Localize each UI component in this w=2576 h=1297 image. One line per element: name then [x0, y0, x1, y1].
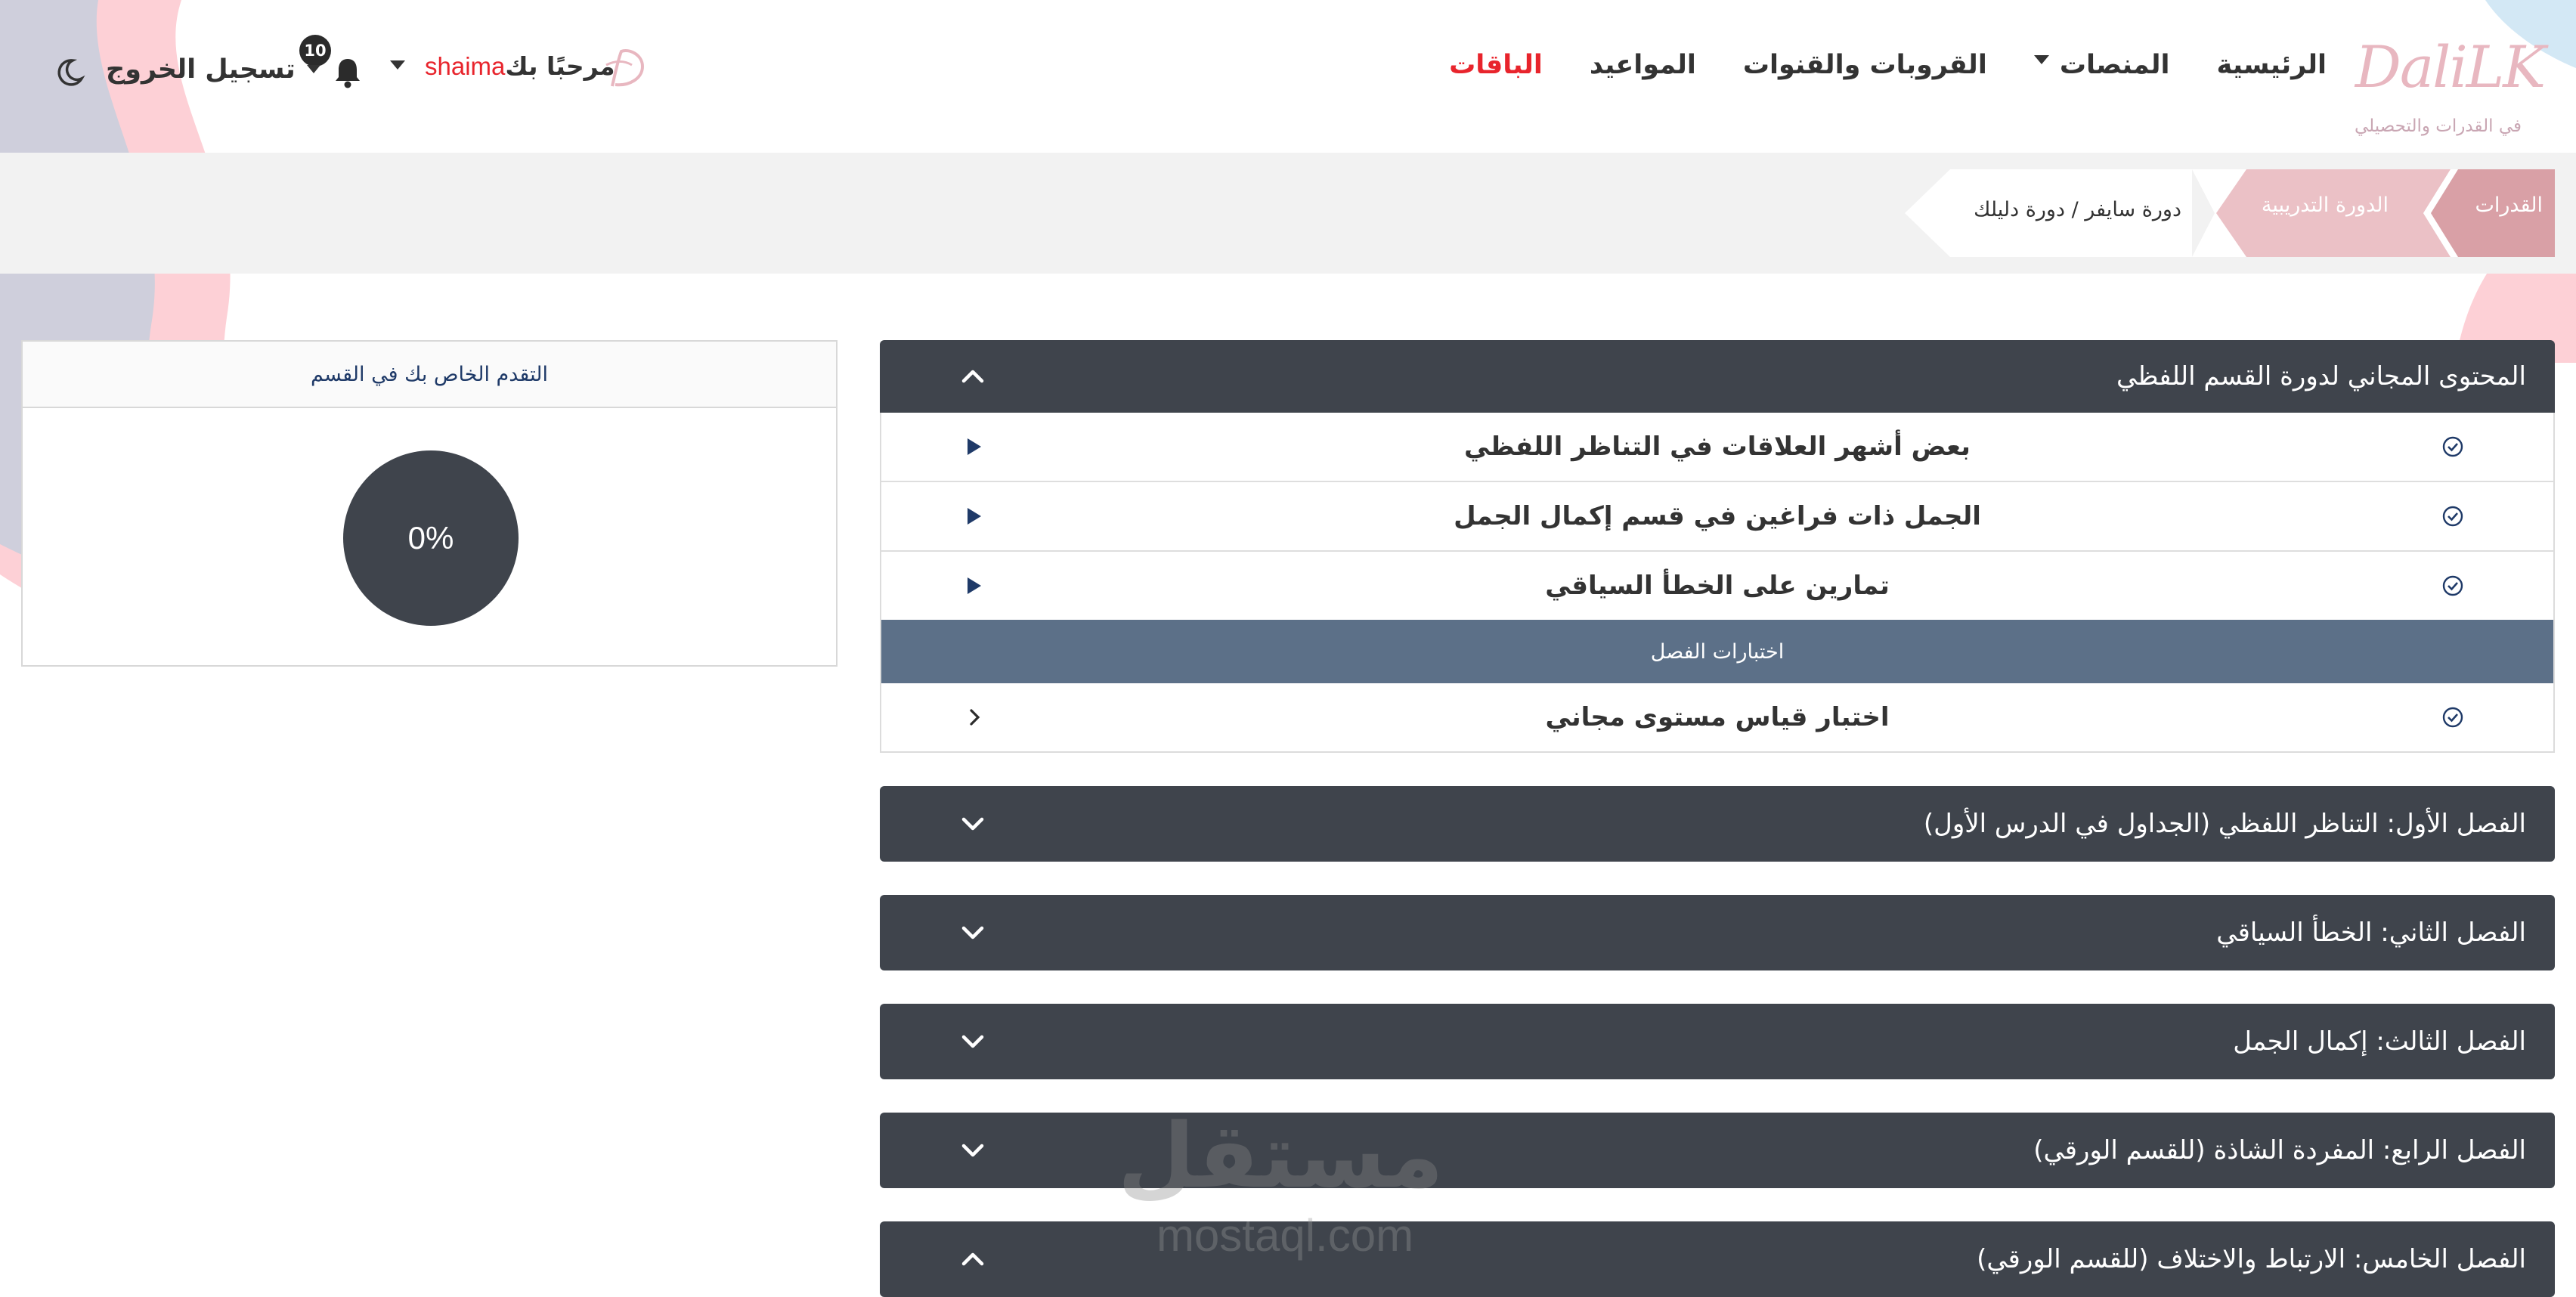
lesson-row[interactable]: الجمل ذات فراغين في قسم إكمال الجمل	[881, 481, 2553, 550]
watermark-arabic: مستقل	[1117, 1104, 1444, 1208]
lesson-title: الجمل ذات فراغين في قسم إكمال الجمل	[1454, 501, 1981, 531]
chapter-title: الفصل الرابع: المفردة الشاذة (للقسم الور…	[2033, 1135, 2526, 1165]
nav-home[interactable]: الرئيسية	[2217, 50, 2327, 80]
bell-icon[interactable]	[333, 56, 363, 89]
progress-value: 0%	[407, 520, 454, 556]
chevron-down-icon	[2033, 55, 2049, 64]
chapter-3-header[interactable]: الفصل الثالث: إكمال الجمل	[880, 1004, 2555, 1079]
section-title: المحتوى المجاني لدورة القسم اللفظي	[2116, 361, 2526, 392]
section-free-content-header[interactable]: المحتوى المجاني لدورة القسم اللفظي	[880, 340, 2555, 413]
moon-icon[interactable]	[53, 56, 86, 89]
logout-link[interactable]: تسجيل الخروج	[106, 54, 296, 85]
chevron-down-icon[interactable]	[959, 810, 986, 837]
chapter-title: الفصل الخامس: الارتباط والاختلاف (للقسم …	[1977, 1244, 2526, 1274]
play-icon[interactable]	[966, 506, 983, 526]
chevron-right-icon[interactable]	[966, 707, 983, 728]
chapter-title: الفصل الأول: التناظر اللفظي (الجداول في …	[1923, 809, 2526, 839]
lesson-title: تمارين على الخطأ السياقي	[1545, 571, 1890, 601]
play-icon[interactable]	[966, 576, 983, 596]
chapter-2-header[interactable]: الفصل الثاني: الخطأ السياقي	[880, 895, 2555, 970]
nav-packages-label: الباقات	[1449, 50, 1543, 80]
user-area: تسجيل الخروج 10 مرحبًا بكshaima	[45, 35, 665, 107]
nav-groups-channels[interactable]: القروبات والقنوات	[1743, 50, 1987, 80]
nav-schedules-label: المواعيد	[1589, 50, 1696, 80]
lesson-row[interactable]: بعض أشهر العلاقات في التناظر اللفظي	[881, 413, 2553, 481]
nav-groups-label: القروبات والقنوات	[1742, 50, 1987, 80]
breadcrumb-item-course[interactable]: الدورة التدريبية	[2262, 193, 2389, 217]
notification-badge: 10	[299, 35, 331, 67]
progress-panel-title: التقدم الخاص بك في القسم	[23, 342, 836, 408]
user-menu-caret-icon[interactable]	[390, 60, 405, 70]
top-navbar: DaliLK في القدرات والتحصيلي الرئيسية الم…	[0, 0, 2576, 151]
logo-word: DaliLK	[2355, 33, 2546, 101]
test-row[interactable]: اختبار قياس مستوى مجاني	[881, 683, 2553, 751]
username: shaima	[425, 52, 506, 80]
watermark: مستقل mostaql.com	[1117, 1104, 1444, 1285]
chapter-tests-header: اختبارات الفصل	[881, 620, 2553, 683]
chevron-down-icon[interactable]	[307, 65, 320, 73]
nav-home-label: الرئيسية	[2216, 50, 2327, 80]
logo-subtitle: في القدرات والتحصيلي	[2354, 116, 2522, 136]
progress-panel: التقدم الخاص بك في القسم 0%	[21, 340, 838, 667]
brand-logo[interactable]: DaliLK في القدرات والتحصيلي	[2355, 11, 2559, 139]
watermark-latin: mostaql.com	[1156, 1210, 1414, 1261]
nav-packages[interactable]: الباقات	[1449, 50, 1543, 80]
play-icon[interactable]	[966, 437, 983, 457]
breadcrumb-item-current: دورة سايفر / دورة دليلك	[1974, 198, 2181, 221]
chevron-down-icon[interactable]	[959, 1028, 986, 1055]
main-nav: الرئيسية المنصات القروبات والقنوات الموا…	[1402, 50, 2327, 80]
nav-schedules[interactable]: المواعيد	[1590, 50, 1696, 80]
chevron-down-icon[interactable]	[959, 919, 986, 946]
chevron-up-icon[interactable]	[959, 1246, 986, 1273]
chevron-down-icon[interactable]	[959, 1137, 986, 1164]
test-title: اختبار قياس مستوى مجاني	[1545, 702, 1890, 732]
chapter-title: الفصل الثاني: الخطأ السياقي	[2216, 918, 2526, 948]
user-greeting[interactable]: مرحبًا بكshaima	[416, 51, 615, 81]
lesson-row[interactable]: تمارين على الخطأ السياقي	[881, 550, 2553, 620]
mini-logo-icon	[605, 49, 645, 87]
lesson-title: بعض أشهر العلاقات في التناظر اللفظي	[1464, 432, 1971, 462]
section-free-content-body: بعض أشهر العلاقات في التناظر اللفظي الجم…	[880, 413, 2555, 753]
progress-pie: 0%	[343, 450, 519, 626]
nav-platforms[interactable]: المنصات	[2033, 50, 2170, 80]
chevron-up-icon[interactable]	[959, 363, 986, 390]
chapter-1-header[interactable]: الفصل الأول: التناظر اللفظي (الجداول في …	[880, 786, 2555, 862]
chapter-title: الفصل الثالث: إكمال الجمل	[2233, 1026, 2526, 1057]
breadcrumb-item-abilities[interactable]: القدرات	[2475, 193, 2543, 217]
nav-platforms-label: المنصات	[2059, 50, 2170, 80]
